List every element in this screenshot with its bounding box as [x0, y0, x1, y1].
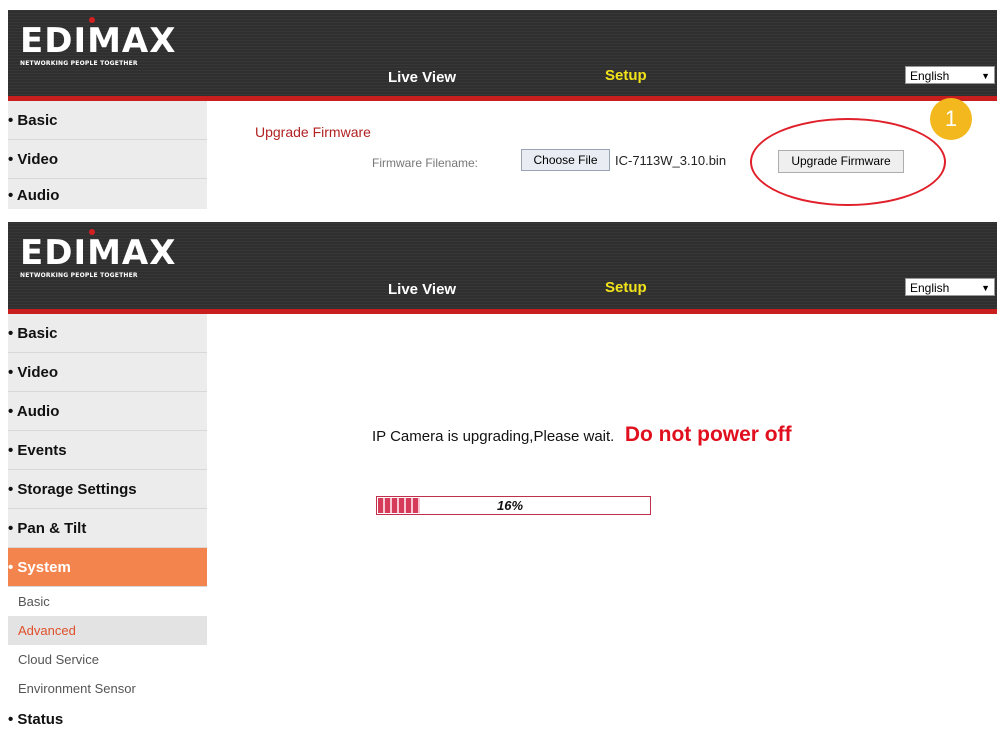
upgrading-text: IP Camera is upgrading,Please wait. — [372, 428, 615, 445]
subitem-basic[interactable]: Basic — [8, 587, 207, 616]
sidebar-item-status[interactable]: • Status — [8, 703, 207, 733]
step-number: 1 — [944, 106, 958, 131]
bottom-header: EDIMAX NETWORKING PEOPLE TOGETHER Live V… — [8, 222, 997, 314]
logo-tagline: NETWORKING PEOPLE TOGETHER — [20, 272, 138, 279]
top-header: EDIMAX NETWORKING PEOPLE TOGETHER Live V… — [8, 10, 997, 101]
step-badge: 1 — [930, 98, 972, 140]
logo-dot — [89, 17, 95, 23]
sidebar-item-video[interactable]: • Video — [8, 140, 207, 179]
progress-label: 16% — [497, 498, 524, 513]
language-select[interactable]: English ▼ — [905, 66, 995, 84]
progress-fill — [378, 498, 420, 513]
sidebar-item-basic[interactable]: • Basic — [8, 101, 207, 140]
nav-live-view[interactable]: Live View — [388, 281, 456, 298]
nav-setup[interactable]: Setup — [605, 67, 647, 84]
subitem-environment-sensor[interactable]: Environment Sensor — [8, 674, 207, 703]
subitem-advanced[interactable]: Advanced — [8, 616, 207, 645]
chevron-down-icon: ▼ — [981, 283, 990, 293]
sidebar-item-storage-settings[interactable]: • Storage Settings — [8, 470, 207, 509]
bottom-sidebar: • Basic • Video • Audio • Events • Stora… — [8, 314, 207, 733]
language-value: English — [910, 69, 950, 83]
sidebar-item-system[interactable]: • System — [8, 548, 207, 587]
edimax-logo: EDIMAX NETWORKING PEOPLE TOGETHER — [20, 229, 177, 279]
power-warning: Do not power off — [624, 423, 792, 446]
upgrade-status-message: IP Camera is upgrading,Please wait. Do n… — [372, 423, 792, 447]
upgrade-section-title: Upgrade Firmware — [255, 124, 371, 140]
sidebar-item-basic[interactable]: • Basic — [8, 314, 207, 353]
sidebar-item-audio[interactable]: • Audio — [8, 392, 207, 431]
chevron-down-icon: ▼ — [981, 71, 990, 81]
logo-mark: EDIMAX — [20, 233, 177, 273]
edimax-logo: EDIMAX NETWORKING PEOPLE TOGETHER — [20, 17, 177, 67]
sidebar-item-pan-tilt[interactable]: • Pan & Tilt — [8, 509, 207, 548]
progress-bar: 16% — [376, 496, 651, 515]
language-value: English — [910, 281, 950, 295]
logo-mark: EDIMAX — [20, 21, 177, 61]
language-select[interactable]: English ▼ — [905, 278, 995, 296]
highlight-ellipse — [750, 118, 946, 206]
top-sidebar: • Basic • Video • Audio — [8, 101, 207, 209]
choose-file-button[interactable]: Choose File — [521, 149, 610, 171]
nav-live-view[interactable]: Live View — [388, 69, 456, 86]
nav-setup[interactable]: Setup — [605, 279, 647, 296]
logo-tagline: NETWORKING PEOPLE TOGETHER — [20, 60, 138, 67]
subitem-cloud-service[interactable]: Cloud Service — [8, 645, 207, 674]
sidebar-item-audio[interactable]: • Audio — [8, 179, 207, 209]
logo-dot — [89, 229, 95, 235]
selected-filename: IC-7113W_3.10.bin — [615, 153, 727, 168]
sidebar-item-video[interactable]: • Video — [8, 353, 207, 392]
sidebar-item-events[interactable]: • Events — [8, 431, 207, 470]
firmware-filename-label: Firmware Filename: — [372, 156, 479, 170]
